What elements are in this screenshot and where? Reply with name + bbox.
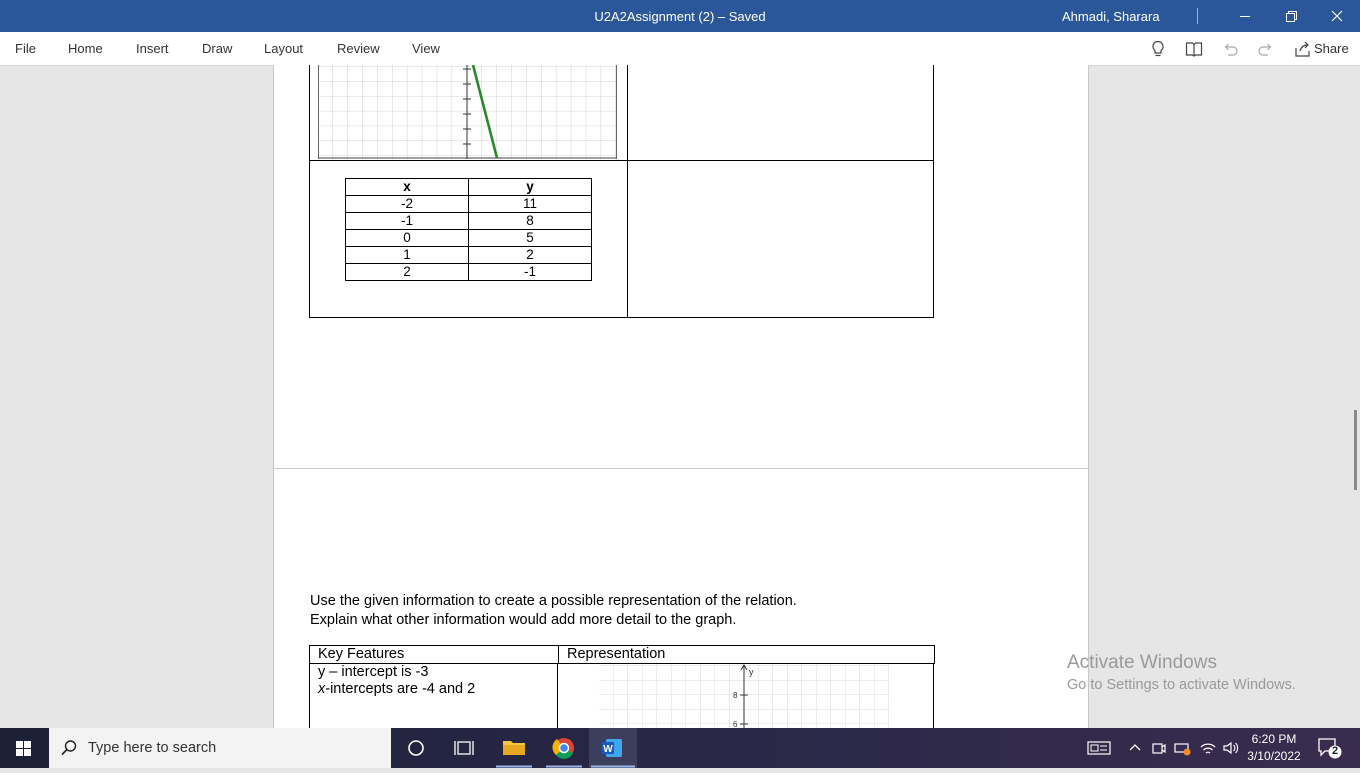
table-border-left — [309, 65, 310, 318]
kf-border-right — [933, 663, 934, 728]
task-view-icon — [454, 741, 474, 755]
search-placeholder: Type here to search — [88, 740, 217, 756]
reading-view-icon[interactable] — [1184, 39, 1204, 59]
chrome-button[interactable] — [540, 728, 588, 768]
minimize-icon — [1240, 16, 1250, 17]
task-view-button[interactable] — [440, 728, 488, 768]
tab-insert[interactable]: Insert — [136, 32, 169, 65]
table-row: -2 11 — [345, 195, 592, 213]
file-explorer-icon — [496, 741, 532, 768]
instruction-line-2: Explain what other information would add… — [310, 612, 737, 628]
taskbar: Type here to search W 6:20 PM 3/10/2022 … — [0, 728, 1360, 768]
minimize-button[interactable] — [1222, 0, 1268, 32]
cell-y: 8 — [468, 212, 592, 230]
kf-border-left — [309, 663, 310, 728]
tab-draw[interactable]: Draw — [202, 32, 232, 65]
watermark-title: Activate Windows — [1067, 652, 1217, 673]
feature-y-intercept: y – intercept is -3 — [318, 664, 429, 680]
cell-y: 2 — [468, 246, 592, 264]
taskbar-search-box[interactable]: Type here to search — [49, 728, 391, 768]
search-icon — [61, 740, 77, 756]
share-icon — [1295, 41, 1310, 57]
ribbon: File Home Insert Draw Layout Review View… — [0, 32, 1360, 66]
activate-windows-watermark: Activate Windows Go to Settings to activ… — [1067, 652, 1296, 693]
share-button[interactable]: Share — [1294, 39, 1349, 59]
tab-view[interactable]: View — [412, 32, 440, 65]
tab-review[interactable]: Review — [337, 32, 380, 65]
table-row: 1 2 — [345, 246, 592, 264]
kf-border-middle — [557, 663, 558, 728]
table-border-bottom — [309, 317, 934, 318]
news-widget-icon[interactable] — [1087, 740, 1111, 756]
notification-center-button[interactable]: 2 — [1316, 736, 1342, 760]
meet-now-icon[interactable] — [1151, 740, 1167, 756]
table-border-middle — [627, 65, 628, 318]
cortana-button[interactable] — [392, 728, 440, 768]
line-graph-image — [318, 65, 617, 159]
redo-icon[interactable] — [1256, 39, 1276, 59]
user-name[interactable]: Ahmadi, Sharara — [1062, 0, 1160, 33]
battery-icon[interactable] — [1174, 739, 1192, 757]
title-separator — [1197, 8, 1198, 24]
chevron-up-icon[interactable] — [1127, 740, 1143, 756]
tab-file[interactable]: File — [15, 32, 36, 65]
cortana-icon — [408, 740, 424, 756]
table-row-divider — [309, 160, 934, 161]
lightbulb-icon[interactable] — [1148, 39, 1168, 59]
header-representation: Representation — [558, 645, 935, 664]
undo-icon[interactable] — [1220, 39, 1240, 59]
header-y: y — [468, 178, 592, 196]
restore-icon — [1286, 11, 1297, 22]
tick-label-6: 6 — [733, 720, 738, 728]
tab-home[interactable]: Home — [68, 32, 103, 65]
notification-count: 2 — [1331, 745, 1339, 757]
wifi-icon[interactable] — [1199, 739, 1217, 757]
system-clock[interactable]: 6:20 PM 3/10/2022 — [1244, 731, 1304, 765]
file-explorer-button[interactable] — [490, 728, 538, 768]
cell-x: -2 — [345, 195, 469, 213]
cell-y: -1 — [468, 263, 592, 281]
axis-label-y: y — [749, 667, 754, 677]
representation-graph: y 8 6 — [599, 664, 889, 728]
start-button[interactable] — [0, 728, 48, 768]
tab-layout[interactable]: Layout — [264, 32, 303, 65]
xy-table: x y -2 11 -1 8 0 5 1 2 2 -1 — [345, 178, 592, 281]
cell-y: 5 — [468, 229, 592, 247]
table-border-right — [933, 65, 934, 318]
svg-text:W: W — [603, 744, 613, 755]
chrome-icon — [546, 738, 582, 768]
restore-button[interactable] — [1268, 0, 1314, 32]
header-key-features: Key Features — [309, 645, 559, 664]
volume-icon[interactable] — [1222, 739, 1240, 757]
word-button[interactable]: W — [589, 728, 637, 768]
key-features-table: Key Features Representation — [309, 645, 935, 664]
cell-y: 11 — [468, 195, 592, 213]
close-button[interactable] — [1314, 0, 1360, 32]
feature-x-intercepts: x-intercepts are -4 and 2 — [318, 681, 475, 698]
cell-x: -1 — [345, 212, 469, 230]
watermark-subtitle: Go to Settings to activate Windows. — [1067, 677, 1296, 693]
table-row: 2 -1 — [345, 263, 592, 281]
word-icon: W — [591, 739, 635, 768]
clock-date: 3/10/2022 — [1247, 749, 1301, 763]
title-bar: U2A2Assignment (2) – Saved Ahmadi, Shara… — [0, 0, 1360, 32]
cell-x: 2 — [345, 263, 469, 281]
close-icon — [1331, 10, 1343, 22]
share-label: Share — [1314, 41, 1349, 56]
table-header-row: Key Features Representation — [309, 645, 935, 664]
table-header-row: x y — [345, 178, 592, 196]
table-row: -1 8 — [345, 212, 592, 230]
clock-time: 6:20 PM — [1251, 732, 1297, 746]
feature-x-intercepts-text: -intercepts are -4 and 2 — [325, 681, 476, 697]
cell-x: 1 — [345, 246, 469, 264]
cell-x: 0 — [345, 229, 469, 247]
tick-label-8: 8 — [733, 691, 738, 700]
header-x: x — [345, 178, 469, 196]
instruction-line-1: Use the given information to create a po… — [310, 593, 797, 609]
table-row: 0 5 — [345, 229, 592, 247]
start-icon — [16, 741, 31, 756]
vertical-scrollbar[interactable] — [1354, 410, 1357, 490]
